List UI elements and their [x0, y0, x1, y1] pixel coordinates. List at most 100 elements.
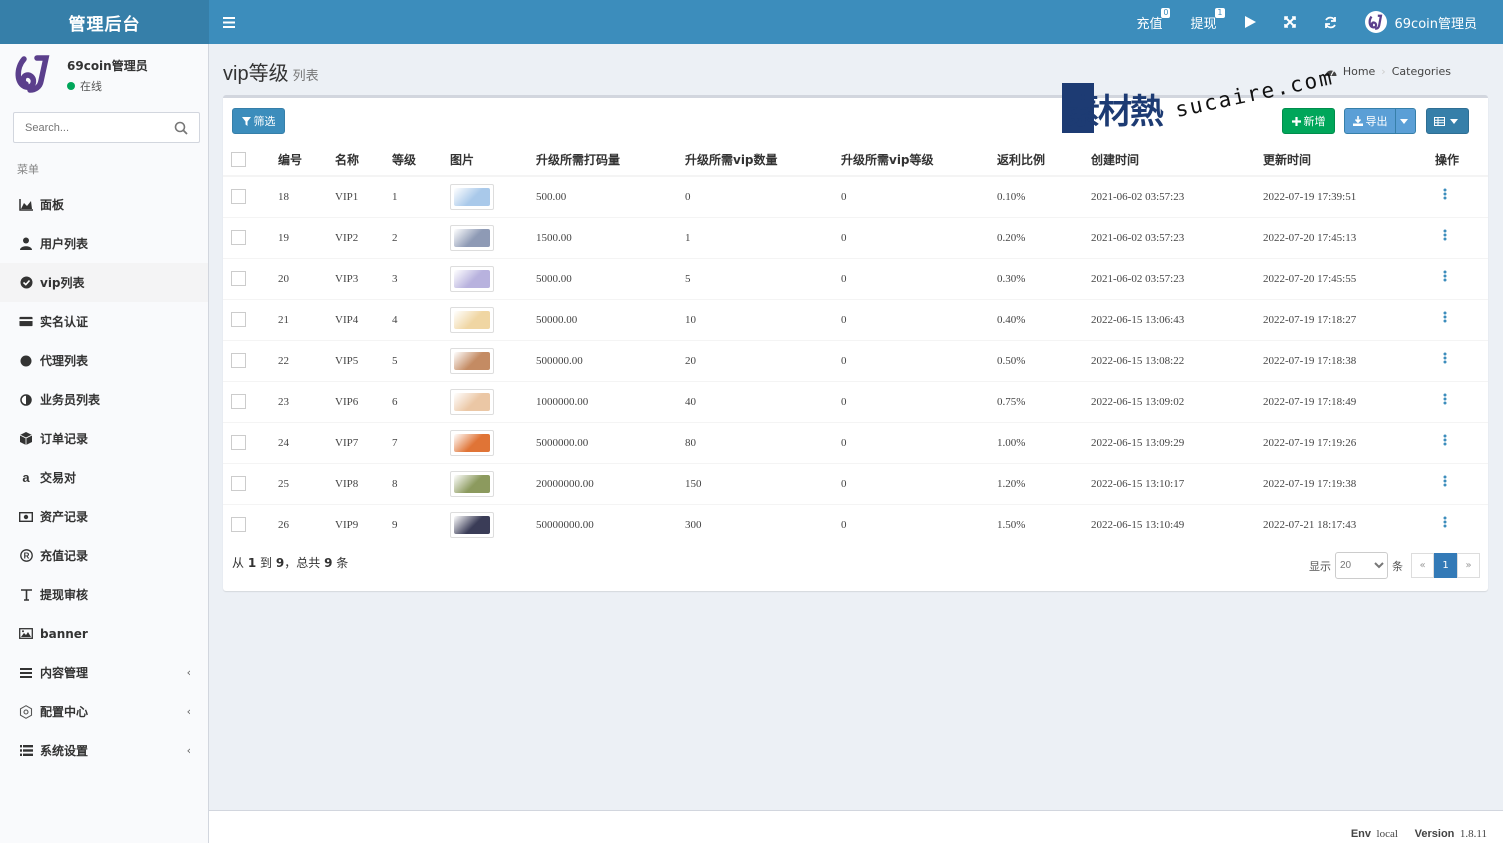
- page-title-text: vip等级: [223, 63, 289, 85]
- row-actions-icon[interactable]: [1443, 434, 1447, 450]
- sidebar-item-label: 内容管理: [40, 666, 89, 680]
- cell-vip-count: 10: [685, 298, 841, 340]
- row-checkbox[interactable]: [231, 476, 246, 491]
- summary-end: 9: [275, 556, 285, 570]
- row-actions-icon[interactable]: [1443, 188, 1447, 204]
- column-header[interactable]: 图片: [450, 143, 536, 177]
- cell-created: 2021-06-02 03:57:23: [1091, 175, 1263, 217]
- refresh-icon[interactable]: [1310, 0, 1351, 44]
- vip-card-thumbnail[interactable]: [450, 224, 494, 251]
- recharge-nav-link[interactable]: 充值 0: [1122, 0, 1176, 44]
- export-dropdown-button[interactable]: [1395, 108, 1416, 134]
- vip-card-thumbnail[interactable]: [450, 511, 494, 538]
- row-actions-icon[interactable]: [1443, 475, 1447, 491]
- sidebar-item-dashboard[interactable]: 面板: [0, 185, 208, 224]
- play-icon[interactable]: [1231, 0, 1270, 44]
- vip-card-image: [454, 187, 490, 206]
- cell-vip-level: 0: [841, 421, 997, 463]
- sidebar-item-banner[interactable]: banner: [0, 614, 208, 653]
- row-actions-icon[interactable]: [1443, 311, 1447, 327]
- column-header[interactable]: 编号: [278, 143, 335, 177]
- sidebar-item-label: vip列表: [40, 276, 85, 290]
- cell-vip-level: 0: [841, 257, 997, 299]
- cube-icon: [19, 432, 33, 446]
- list-icon: [19, 744, 33, 758]
- sidebar-item-label: 用户列表: [40, 237, 89, 251]
- vip-card-thumbnail[interactable]: [450, 183, 494, 210]
- bars-icon: [19, 666, 33, 680]
- row-actions-icon[interactable]: [1443, 229, 1447, 245]
- page-button-current[interactable]: 1: [1434, 553, 1457, 578]
- sidebar-item-label: 面板: [40, 198, 65, 212]
- row-checkbox[interactable]: [231, 517, 246, 533]
- row-checkbox[interactable]: [231, 394, 246, 409]
- cell-rebate: 0.50%: [997, 339, 1091, 381]
- sidebar-item-config[interactable]: 配置中心 ‹: [0, 692, 208, 731]
- main-content: vip等级 列表 Home › Categories 筛选 新增 导出 编号 名…: [209, 44, 1503, 814]
- row-checkbox[interactable]: [231, 312, 246, 327]
- withdraw-nav-link[interactable]: 提现 1: [1176, 0, 1230, 44]
- column-header[interactable]: 返利比例: [997, 143, 1091, 177]
- row-actions-icon[interactable]: [1443, 516, 1447, 532]
- vip-card-thumbnail[interactable]: [450, 265, 494, 292]
- row-actions-icon[interactable]: [1443, 352, 1447, 368]
- row-checkbox[interactable]: [231, 353, 246, 368]
- filter-button[interactable]: 筛选: [232, 108, 285, 134]
- prev-page-button[interactable]: «: [1411, 553, 1434, 578]
- pagination: 显示 20 条 « 1 »: [1309, 552, 1480, 579]
- sidebar-item-pairs[interactable]: a 交易对: [0, 458, 208, 497]
- sidebar-item-users[interactable]: 用户列表: [0, 224, 208, 263]
- vip-card-thumbnail[interactable]: [450, 429, 494, 456]
- column-header[interactable]: 升级所需打码量: [536, 143, 685, 177]
- column-header[interactable]: 升级所需vip数量: [685, 143, 841, 177]
- select-all-checkbox[interactable]: [231, 151, 246, 167]
- page-title: vip等级 列表: [223, 57, 319, 86]
- row-actions-icon[interactable]: [1443, 270, 1447, 286]
- sidebar-item-orders[interactable]: 订单记录: [0, 419, 208, 458]
- next-page-button[interactable]: »: [1457, 553, 1480, 578]
- cell-name: VIP1: [335, 175, 392, 217]
- vip-card-thumbnail[interactable]: [450, 306, 494, 333]
- vip-card-thumbnail[interactable]: [450, 470, 494, 497]
- column-header[interactable]: 等级: [392, 143, 450, 177]
- sidebar-item-verification[interactable]: 实名认证: [0, 302, 208, 341]
- column-header[interactable]: 更新时间: [1263, 143, 1435, 177]
- sidebar-item-agents[interactable]: 代理列表: [0, 341, 208, 380]
- sidebar-item-label: banner: [40, 626, 88, 641]
- sidebar-item-vip[interactable]: vip列表: [0, 263, 208, 302]
- user-avatar: [1364, 11, 1387, 33]
- row-checkbox[interactable]: [231, 271, 246, 286]
- column-header[interactable]: 创建时间: [1091, 143, 1263, 177]
- row-actions-icon[interactable]: [1443, 393, 1447, 409]
- user-menu[interactable]: 69coin管理员: [1351, 0, 1492, 44]
- sidebar-item-recharge[interactable]: R 充值记录: [0, 536, 208, 575]
- column-header[interactable]: 升级所需vip等级: [841, 143, 997, 177]
- search-input[interactable]: [14, 121, 164, 134]
- row-checkbox[interactable]: [231, 435, 246, 450]
- brand-logo[interactable]: 管理后台: [0, 0, 209, 44]
- export-button-label: 导出: [1365, 115, 1388, 128]
- column-header[interactable]: 名称: [335, 143, 392, 177]
- sidebar-item-assets[interactable]: 资产记录: [0, 497, 208, 536]
- sidebar-item-salesmen[interactable]: 业务员列表: [0, 380, 208, 419]
- breadcrumb-home[interactable]: Home: [1343, 65, 1375, 78]
- search-icon[interactable]: [174, 121, 188, 135]
- row-checkbox[interactable]: [231, 189, 246, 205]
- recharge-nav-label: 充值: [1136, 16, 1163, 32]
- summary-unit: 条: [336, 556, 349, 570]
- export-button[interactable]: 导出: [1344, 108, 1396, 134]
- columns-button[interactable]: [1426, 108, 1469, 134]
- cell-vip-level: 0: [841, 298, 997, 340]
- fullscreen-icon[interactable]: [1270, 0, 1310, 44]
- row-checkbox[interactable]: [231, 230, 246, 245]
- sidebar-item-withdraw[interactable]: 提现审核: [0, 575, 208, 614]
- sidebar-item-system[interactable]: 系统设置 ‹: [0, 731, 208, 770]
- vip-table: 编号 名称 等级 图片 升级所需打码量 升级所需vip数量 升级所需vip等级 …: [223, 143, 1488, 545]
- cell-rebate: 0.75%: [997, 380, 1091, 422]
- sidebar-item-content[interactable]: 内容管理 ‹: [0, 653, 208, 692]
- per-page-select[interactable]: 20: [1335, 552, 1388, 579]
- vip-card-thumbnail[interactable]: [450, 388, 494, 415]
- vip-card-thumbnail[interactable]: [450, 347, 494, 374]
- table-row: 24 VIP7 7 5000000.00 80 0 1.00% 2022-06-15 13:0…: [223, 421, 1488, 463]
- menu-toggle-icon[interactable]: [221, 14, 237, 30]
